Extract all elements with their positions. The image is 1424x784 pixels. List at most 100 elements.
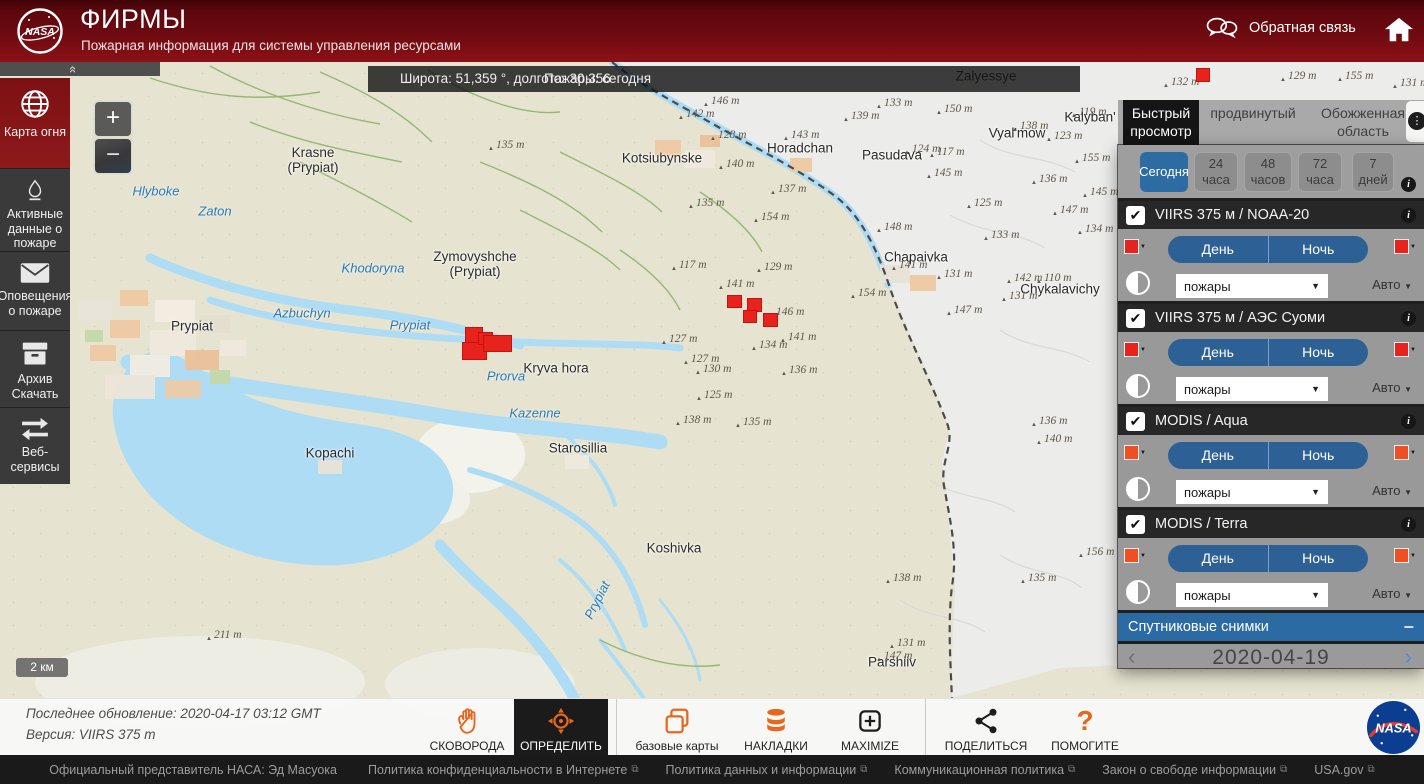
sidebar-item-fire-map[interactable]: Карта огня — [0, 78, 70, 168]
night-button[interactable]: Ночь — [1269, 236, 1369, 263]
identify-button[interactable]: ОПРЕДЕЛИТЬ — [514, 699, 608, 756]
sidebar-item-active-fire-data[interactable]: Активные данные о пожаре — [0, 169, 70, 251]
peak-icon: ▲ — [1280, 77, 1286, 83]
color-swatch-night[interactable]: ▼ — [1394, 342, 1416, 357]
layer-checkbox[interactable]: ✔ — [1126, 206, 1145, 225]
time-range-button[interactable]: 48 часов — [1244, 152, 1292, 192]
night-button[interactable]: Ночь — [1269, 442, 1369, 469]
satellite-date: 2020-04-19 — [1118, 646, 1424, 668]
day-button[interactable]: День — [1168, 339, 1269, 366]
footer-link[interactable]: Коммуникационная политика⧉ — [894, 763, 1075, 777]
footer-link[interactable]: Закон о свободе информации⧉ — [1102, 763, 1287, 777]
elevation-marker: ▲123 m — [1046, 130, 1082, 143]
day-night-toggle: День Ночь — [1168, 236, 1368, 263]
contrast-icon[interactable] — [1126, 580, 1150, 604]
contrast-icon[interactable] — [1126, 374, 1150, 398]
help-button[interactable]: ? ПОМОГИТЕ — [1038, 699, 1132, 756]
color-swatch-night[interactable]: ▼ — [1394, 548, 1416, 563]
elevation-marker: ▲155 m — [1337, 70, 1373, 83]
elevation-marker: ▲141 m — [891, 259, 927, 272]
zoom-in-button[interactable]: + — [95, 102, 131, 136]
elevation-marker: ▲138 m — [1012, 120, 1048, 133]
nasa-meatball-icon[interactable]: NASA — [1366, 700, 1421, 755]
contrast-icon[interactable] — [1126, 271, 1150, 295]
info-icon[interactable]: i — [1401, 517, 1416, 532]
zoom-out-button[interactable]: − — [95, 139, 131, 173]
swatch-color — [1124, 342, 1139, 357]
layer-controls: ▼ День Ночь ▼ пожары ▼ — [1118, 229, 1424, 301]
collapse-minus-icon[interactable]: − — [1403, 617, 1414, 638]
panel-tab[interactable]: Быстрый просмотр — [1123, 100, 1199, 145]
panel-tab[interactable]: Обожженная область — [1307, 100, 1419, 145]
attribute-select[interactable]: пожары ▼ — [1176, 274, 1328, 298]
footer-link[interactable]: Официальный представитель НАСА: Эд Масуо… — [49, 763, 341, 777]
next-date-button[interactable]: › — [1405, 644, 1412, 668]
day-button[interactable]: День — [1168, 236, 1269, 263]
overlays-button[interactable]: НАКЛАДКИ — [729, 699, 823, 756]
color-swatch-day[interactable]: ▼ — [1124, 239, 1146, 254]
auto-select[interactable]: Авто ▼ — [1372, 586, 1412, 601]
sidebar-item-web-services[interactable]: Веб-сервисы — [0, 408, 70, 484]
chevron-down-icon: ▼ — [1140, 347, 1146, 353]
basemaps-button[interactable]: базовые карты — [625, 699, 729, 756]
footer-link[interactable]: Политика данных и информации⧉ — [666, 763, 868, 777]
chevron-down-icon: ▼ — [1311, 487, 1320, 497]
day-button[interactable]: День — [1168, 442, 1269, 469]
sidebar-item-fire-alerts[interactable]: Оповещения о пожаре — [0, 252, 70, 330]
time-range-button[interactable]: 24 часа — [1194, 152, 1238, 192]
elevation-marker: ▲129 m — [1280, 70, 1316, 83]
night-button[interactable]: Ночь — [1269, 545, 1369, 572]
info-icon[interactable]: i — [1401, 177, 1416, 192]
contrast-icon[interactable] — [1126, 477, 1150, 501]
color-swatch-night[interactable]: ▼ — [1394, 239, 1416, 254]
time-range-button[interactable]: 72 часа — [1298, 152, 1342, 192]
info-icon[interactable]: i — [1401, 208, 1416, 223]
panel-options-button[interactable]: ⋮ — [1406, 101, 1424, 142]
layer-checkbox[interactable]: ✔ — [1126, 412, 1145, 431]
layer-checkbox[interactable]: ✔ — [1126, 515, 1145, 534]
time-range-button[interactable]: 7 дней — [1352, 152, 1394, 192]
auto-select[interactable]: Авто ▼ — [1372, 380, 1412, 395]
feedback-button[interactable]: Обратная связь — [1205, 16, 1356, 40]
color-swatch-night[interactable]: ▼ — [1394, 445, 1416, 460]
satellite-imagery-header[interactable]: Спутниковые снимки − — [1118, 613, 1424, 641]
layer-group: ✔ VIIRS 375 м / АЭС Суоми i ▼ День Ночь — [1118, 304, 1424, 404]
elevation-marker: ▲133 m — [876, 97, 912, 110]
home-button[interactable] — [1384, 16, 1414, 44]
external-link-icon: ⧉ — [860, 764, 867, 775]
sidebar-item-archive-download[interactable]: Архив Скачать — [0, 331, 70, 407]
footer-link[interactable]: Политика конфиденциальности в Интернете⧉ — [368, 763, 639, 777]
layer-checkbox[interactable]: ✔ — [1126, 309, 1145, 328]
layer-name: MODIS / Aqua — [1155, 413, 1391, 429]
map-place-label: Khodoryna — [342, 261, 405, 276]
night-button[interactable]: Ночь — [1269, 339, 1369, 366]
attribute-select[interactable]: пожары ▼ — [1176, 377, 1328, 401]
elevation-marker: ▲131 m — [1392, 77, 1424, 90]
swatch-color — [1394, 239, 1409, 254]
auto-select[interactable]: Авто ▼ — [1372, 277, 1412, 292]
attribute-select[interactable]: пожары ▼ — [1176, 480, 1328, 504]
auto-select-value: Авто — [1372, 277, 1400, 292]
auto-select[interactable]: Авто ▼ — [1372, 483, 1412, 498]
peak-icon: ▲ — [966, 204, 972, 210]
info-icon[interactable]: i — [1401, 311, 1416, 326]
attribute-select[interactable]: пожары ▼ — [1176, 583, 1328, 607]
day-button[interactable]: День — [1168, 545, 1269, 572]
elevation-marker: ▲154 m — [850, 287, 886, 300]
info-icon[interactable]: i — [1401, 414, 1416, 429]
maximize-button[interactable]: MAXIMIZE — [823, 699, 917, 756]
panel-tab[interactable]: продвинутый — [1203, 100, 1303, 145]
color-swatch-day[interactable]: ▼ — [1124, 445, 1146, 460]
maximize-icon — [856, 707, 884, 735]
color-swatch-day[interactable]: ▼ — [1124, 548, 1146, 563]
peak-icon: ▲ — [756, 268, 762, 274]
time-range-button[interactable]: Сегодня — [1140, 152, 1188, 192]
chevron-down-icon: ▼ — [1410, 244, 1416, 250]
footer-link[interactable]: USA.gov⧉ — [1314, 763, 1374, 777]
share-button[interactable]: ПОДЕЛИТЬСЯ — [934, 699, 1038, 756]
map-metadata: Последнее обновление: 2020-04-17 03:12 G… — [26, 703, 321, 745]
layer-header: ✔ MODIS / Aqua i — [1118, 407, 1424, 435]
pan-button[interactable]: СКОВОРОДА — [420, 699, 514, 756]
color-swatch-day[interactable]: ▼ — [1124, 342, 1146, 357]
sidebar-collapse-button[interactable]: « — [0, 62, 160, 76]
